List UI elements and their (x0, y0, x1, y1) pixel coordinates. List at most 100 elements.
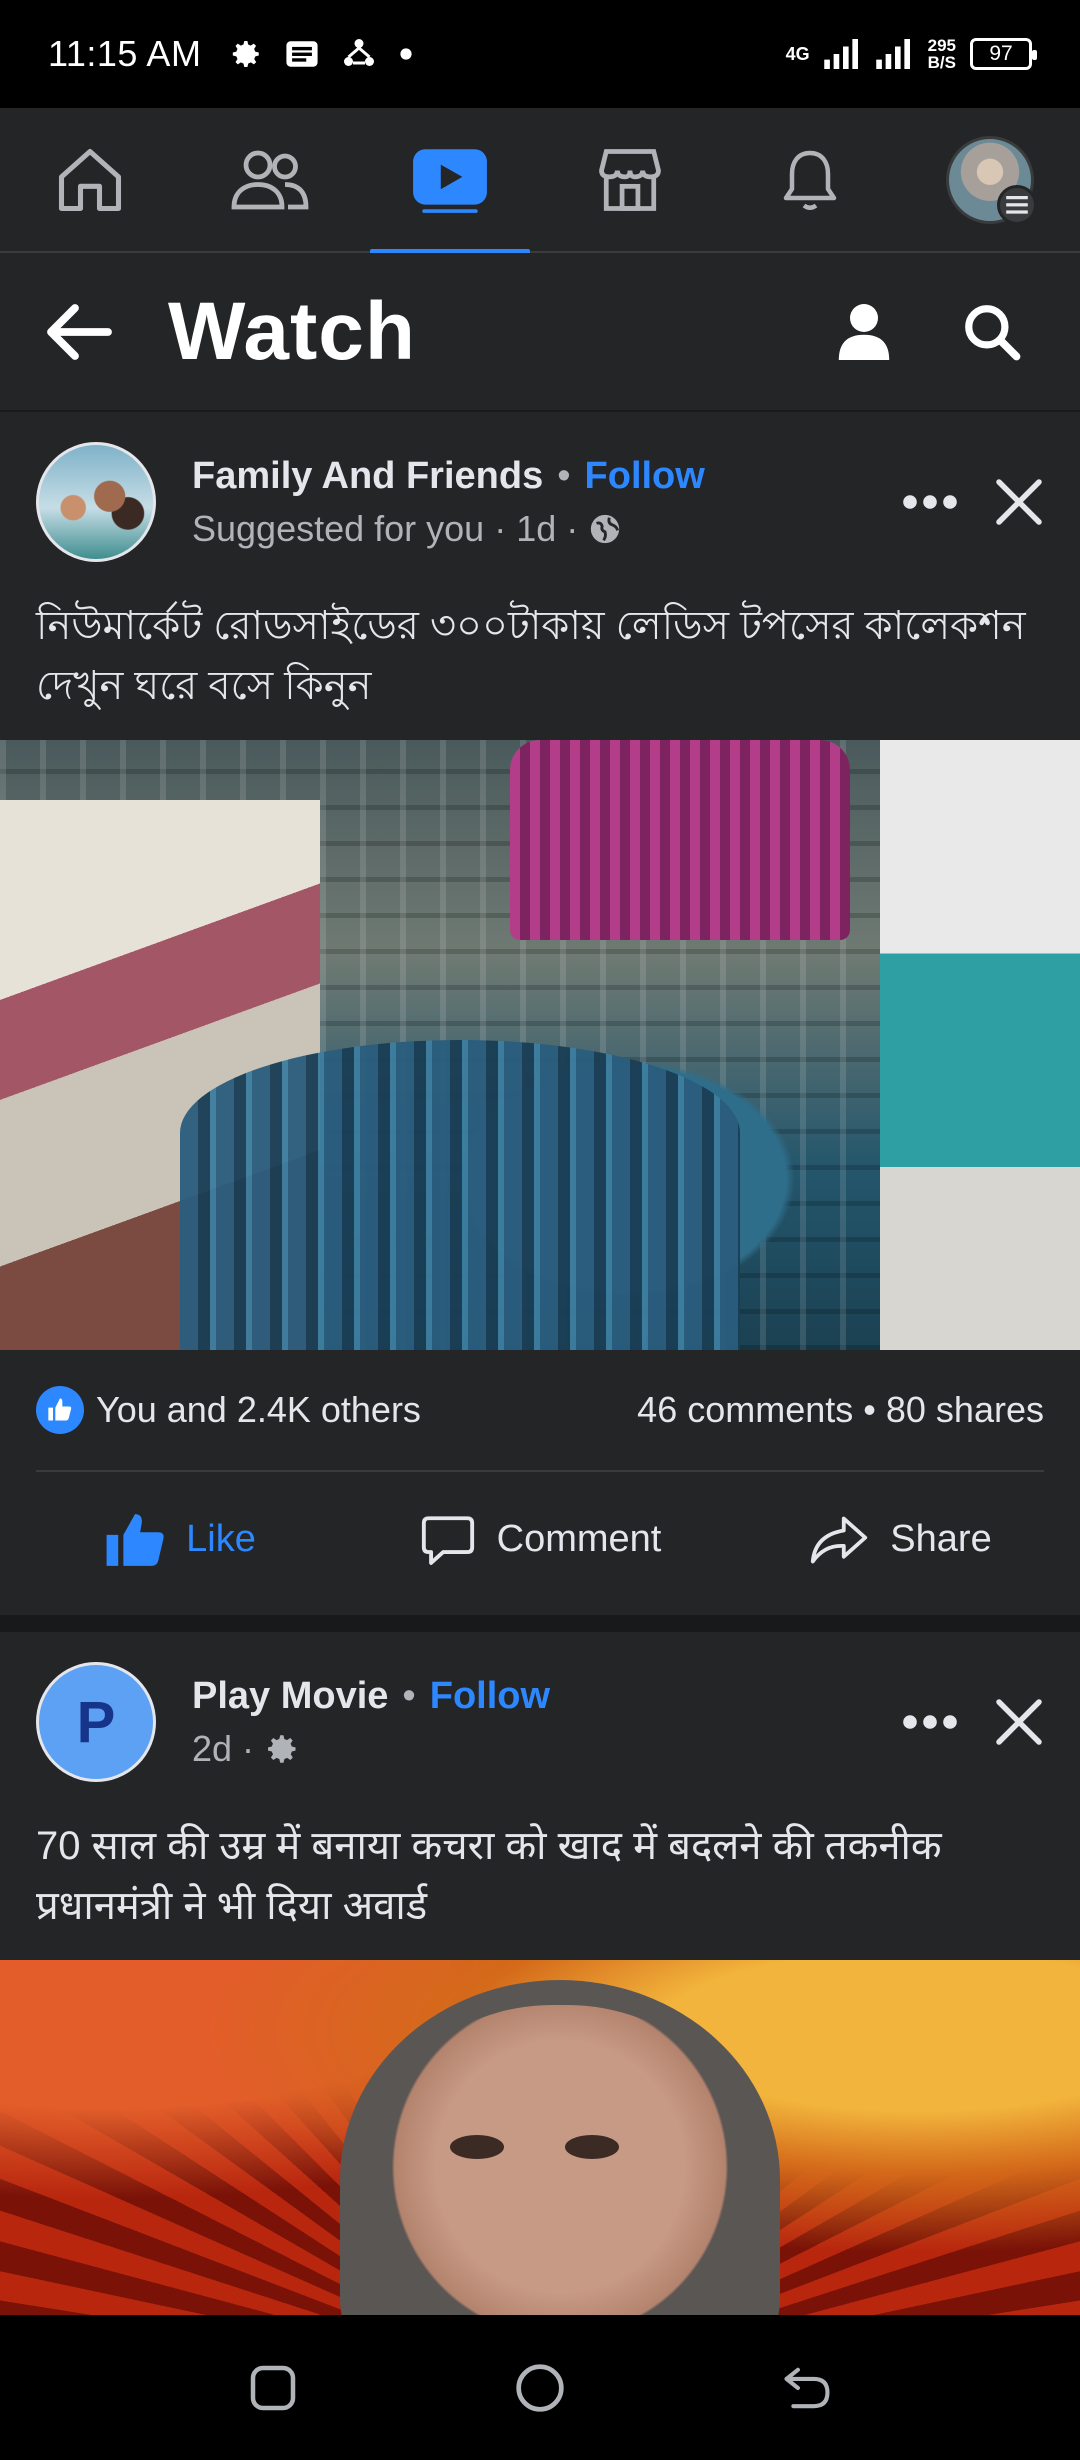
post-subline: Suggested for you · 1d · (192, 508, 902, 550)
like-reaction-icon (36, 1386, 84, 1434)
nav-tab-menu[interactable] (900, 107, 1080, 252)
comments-count[interactable]: 46 comments (637, 1389, 853, 1430)
comment-icon (421, 1515, 474, 1565)
thumbnail-eye-right (565, 2135, 619, 2159)
post-stats: You and 2.4K others 46 comments • 80 sha… (0, 1350, 1080, 1470)
home-icon (58, 148, 122, 211)
back-nav-icon[interactable] (782, 2365, 832, 2411)
watch-header: Watch (0, 253, 1080, 410)
post-video-thumbnail[interactable] (0, 740, 1080, 1350)
status-notification-icons (229, 36, 413, 72)
page-title: Watch (168, 285, 416, 377)
like-label: Like (186, 1518, 256, 1560)
more-options-icon[interactable] (902, 494, 958, 510)
post-time[interactable]: 1d (516, 508, 556, 550)
post-header: Family And Friends • Follow Suggested fo… (0, 412, 1080, 592)
share-label: Share (890, 1518, 992, 1560)
more-options-icon[interactable] (902, 1714, 958, 1730)
recents-icon[interactable] (248, 2363, 298, 2413)
post-time[interactable]: 2d (192, 1728, 232, 1770)
shares-count[interactable]: 80 shares (886, 1389, 1044, 1430)
share-button[interactable]: Share (720, 1512, 1080, 1568)
battery-level: 97 (989, 42, 1013, 65)
post-footer: You and 2.4K others 46 comments • 80 sha… (0, 1350, 1080, 1615)
speed-unit: B/S (927, 53, 956, 72)
share-icon (811, 1516, 868, 1563)
home-button-icon[interactable] (514, 2362, 566, 2414)
network-speed: 295 B/S (928, 37, 956, 71)
post-subline: 2d · (192, 1728, 902, 1770)
separator-dot: · (494, 507, 507, 549)
nav-tab-friends[interactable] (180, 107, 360, 252)
nav-tab-watch[interactable] (360, 107, 540, 254)
watch-profile-button[interactable] (814, 281, 914, 382)
feed-post: P Play Movie • Follow 2d · 70 साल की उम्… (0, 1632, 1080, 1960)
post-action-bar: Like Comment Share (0, 1472, 1080, 1607)
post-header: P Play Movie • Follow 2d · (0, 1632, 1080, 1812)
separator-dot: • (402, 1674, 416, 1717)
post-suggested-label: Suggested for you (192, 507, 485, 549)
settings-gear-icon (233, 40, 260, 68)
post-header-actions (902, 1697, 1044, 1747)
like-button[interactable]: Like (0, 1511, 360, 1569)
sync-icon (344, 39, 375, 66)
status-bar: 11:15 AM 4G 295 B/S 97 (0, 0, 1080, 108)
menu-icon (997, 184, 1037, 225)
post-text: নিউমার্কেট রোডসাইডের ৩০০টাকায় লেডিস টপস… (36, 604, 1026, 708)
thumbnail-vendor-shirt (510, 740, 850, 940)
gear-icon (268, 1734, 296, 1763)
nav-tab-home[interactable] (0, 107, 180, 252)
close-icon[interactable] (994, 1697, 1044, 1747)
post-meta: Family And Friends • Follow Suggested fo… (192, 455, 902, 550)
watch-icon (413, 148, 487, 213)
close-icon[interactable] (994, 477, 1044, 527)
post-author-line: Play Movie • Follow (192, 1675, 902, 1718)
header-actions (814, 281, 1042, 382)
dot-icon (400, 48, 413, 60)
thumbnail-people-right (880, 740, 1080, 1350)
comment-label: Comment (496, 1518, 662, 1560)
friends-icon (231, 150, 309, 209)
top-nav-bar (0, 107, 1080, 254)
reactions-count[interactable]: You and 2.4K others (96, 1389, 421, 1431)
nav-tab-notifications[interactable] (720, 107, 900, 252)
post-video-thumbnail[interactable] (0, 1960, 1080, 2315)
post-author-avatar[interactable] (36, 442, 156, 562)
back-button[interactable] (38, 292, 118, 372)
post-author-name[interactable]: Family And Friends (192, 455, 543, 498)
search-icon (965, 304, 1021, 360)
network-type: 4G (785, 44, 810, 64)
nav-tab-marketplace[interactable] (540, 107, 720, 252)
signal-icon-2 (875, 39, 910, 69)
message-icon (286, 41, 319, 67)
follow-button[interactable]: Follow (585, 455, 705, 498)
battery-icon: 97 (970, 38, 1037, 70)
comments-shares: 46 comments • 80 shares (637, 1389, 1044, 1431)
follow-button[interactable]: Follow (430, 1675, 550, 1718)
post-author-name[interactable]: Play Movie (192, 1675, 388, 1718)
marketplace-icon (599, 148, 661, 211)
post-header-actions (902, 477, 1044, 527)
post-author-line: Family And Friends • Follow (192, 455, 902, 498)
comment-button[interactable]: Comment (360, 1511, 720, 1569)
bell-icon (783, 150, 837, 210)
avatar-letter: P (76, 1689, 116, 1755)
back-arrow-icon (47, 303, 112, 360)
speed-value: 295 (927, 36, 956, 55)
separator-dot: • (863, 1389, 886, 1430)
separator-dot: · (242, 1727, 255, 1769)
person-icon (838, 303, 890, 360)
thumbnail-face (365, 2005, 755, 2315)
separator-dot: · (566, 507, 579, 549)
post-text: 70 साल की उम्र में बनाया कचरा को खाद में… (36, 1824, 942, 1928)
thumbnail-plaid-skirt (180, 1040, 740, 1350)
search-button[interactable] (942, 281, 1042, 382)
status-right: 4G 295 B/S 97 (785, 37, 1037, 71)
globe-icon (591, 514, 620, 543)
system-navigation-bar (0, 2315, 1080, 2460)
status-time: 11:15 AM (48, 33, 202, 74)
separator-dot: • (557, 454, 571, 497)
post-author-avatar[interactable]: P (36, 1662, 156, 1782)
thumbs-up-icon (106, 1513, 164, 1566)
signal-icon (823, 39, 858, 69)
